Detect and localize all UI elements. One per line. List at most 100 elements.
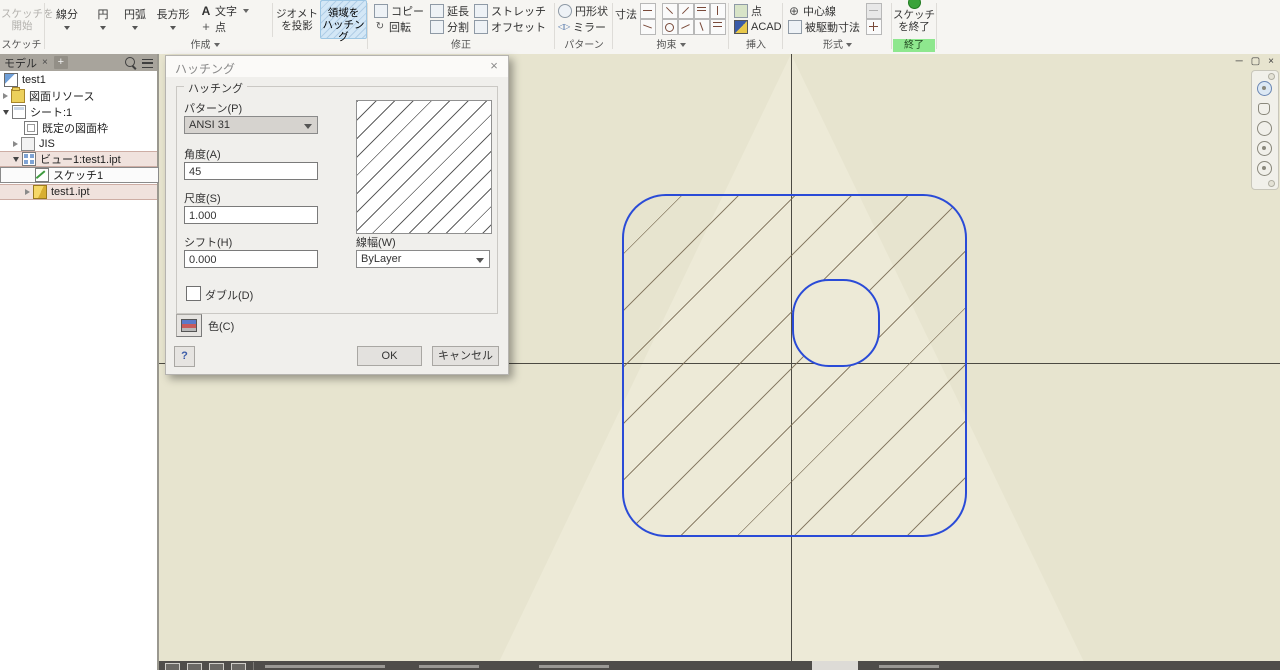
offset-button[interactable]: オフセット <box>474 19 546 34</box>
double-checkbox[interactable] <box>186 286 201 301</box>
dropdown-arrow-icon[interactable] <box>170 26 176 30</box>
hatched-rounded-square[interactable] <box>622 194 967 537</box>
tree-item-jis[interactable]: JIS <box>0 136 157 152</box>
rectangle-button[interactable]: 長方形 <box>152 0 194 37</box>
arc-button[interactable]: 円弧 <box>119 0 151 37</box>
panel-label-create[interactable]: 作成 <box>44 39 366 52</box>
tab-model-label: モデル <box>4 57 37 70</box>
tree-item-sheet1[interactable]: シート:1 <box>0 104 157 120</box>
constraint-horizontal-icon[interactable] <box>694 3 710 19</box>
tree-item-sketch1[interactable]: スケッチ1 <box>0 167 159 183</box>
navbar-more-icon[interactable] <box>1268 180 1275 187</box>
statusbar-icon-1[interactable] <box>165 663 180 670</box>
cancel-button[interactable]: キャンセル <box>432 346 499 366</box>
panel-label-format[interactable]: 形式 <box>784 39 891 52</box>
constraint-parallel-icon[interactable] <box>678 3 694 19</box>
color-button[interactable] <box>176 314 202 337</box>
navigation-wheel-icon[interactable] <box>1257 81 1272 96</box>
zoom-icon[interactable] <box>1257 121 1272 136</box>
split-button[interactable]: 分割 <box>430 19 469 34</box>
panel-label-sketch: スケッチ <box>1 40 42 51</box>
statusbar-icon-3[interactable] <box>209 663 224 670</box>
expanded-arrow-icon[interactable] <box>3 109 9 115</box>
circular-pattern-button[interactable]: 円形状 <box>558 3 608 18</box>
constraint-smooth-icon[interactable] <box>678 19 694 35</box>
collapsed-arrow-icon[interactable] <box>3 93 8 99</box>
dropdown-arrow-icon[interactable] <box>64 26 70 30</box>
copy-button[interactable]: コピー <box>374 3 424 18</box>
center-hole-circle[interactable] <box>792 279 880 367</box>
menu-icon[interactable] <box>142 59 153 68</box>
tab-model[interactable]: モデル × <box>0 54 52 71</box>
restore-icon[interactable]: ▢ <box>1251 56 1260 67</box>
ok-button[interactable]: OK <box>357 346 422 366</box>
centerline-button[interactable]: ⊕ 中心線 <box>788 3 836 18</box>
zoom-window-icon[interactable] <box>1257 141 1272 156</box>
navbar-collapse-icon[interactable] <box>1268 73 1275 80</box>
pan-icon[interactable] <box>1258 103 1270 115</box>
dimension-button[interactable]: 寸法 <box>612 0 640 37</box>
tree-item-drawing-resources[interactable]: 図面リソース <box>0 87 157 104</box>
mirror-button[interactable]: ◁▷ ミラー <box>558 19 606 34</box>
text-button[interactable]: A 文字 <box>200 3 249 18</box>
constraint-tangent-icon[interactable] <box>662 19 678 35</box>
hatch-groupbox-legend: ハッチング <box>184 80 247 96</box>
statusbar-text-stub <box>539 665 609 668</box>
search-icon[interactable] <box>125 57 135 67</box>
circle-button[interactable]: 円 <box>90 0 116 37</box>
rotate-button[interactable]: ↻ 回転 <box>374 19 411 34</box>
statusbar-icon-4[interactable] <box>231 663 246 670</box>
statusbar-active-segment[interactable] <box>812 661 858 670</box>
format-extra-icon[interactable] <box>866 3 882 19</box>
constraint-vertical-icon[interactable] <box>710 3 726 19</box>
minimize-icon[interactable]: ─ <box>1236 56 1243 67</box>
stretch-button[interactable]: ストレッチ <box>474 3 546 18</box>
panel-label-constrain[interactable]: 拘束 <box>614 39 728 52</box>
finish-sketch-button[interactable]: スケッチ を終了 <box>893 0 935 37</box>
tab-close-icon[interactable]: × <box>42 57 48 68</box>
driven-dimension-button[interactable]: 被駆動寸法 <box>788 19 860 34</box>
angle-input[interactable]: 45 <box>184 162 318 180</box>
dropdown-arrow-icon[interactable] <box>243 8 249 13</box>
insert-acad-button[interactable]: ACAD <box>734 19 782 34</box>
start-sketch-button[interactable]: スケッチを 開始 <box>1 0 54 37</box>
ribbon: スケッチを 開始 スケッチ 線分 円 円弧 長方形 A 文字 + 点 ジオメトリ… <box>0 0 1280 55</box>
tree-item-root[interactable]: test1 <box>0 72 157 88</box>
statusbar-icon-2[interactable] <box>187 663 202 670</box>
dropdown-arrow-icon[interactable] <box>132 26 138 30</box>
show-constraints-icon[interactable] <box>640 19 656 35</box>
tree-item-default-border[interactable]: 既定の図面枠 <box>0 120 157 136</box>
collapsed-arrow-icon[interactable] <box>13 141 18 147</box>
add-tab-button[interactable]: + <box>53 56 68 69</box>
dialog-close-icon[interactable]: × <box>486 58 502 74</box>
format-grid-icon[interactable] <box>866 19 882 35</box>
constraint-equal-icon[interactable] <box>710 19 726 35</box>
close-icon[interactable]: × <box>1268 56 1274 67</box>
hatch-region-button[interactable]: 領域を ハッチング <box>320 0 367 43</box>
tree-item-view1[interactable]: ビュー1:test1.ipt <box>0 151 157 167</box>
dialog-titlebar[interactable]: ハッチング × <box>166 56 508 77</box>
zoom-selected-icon[interactable] <box>1257 161 1272 176</box>
constraint-perpendicular-icon[interactable] <box>662 3 678 19</box>
circular-pattern-icon <box>558 3 572 18</box>
line-button[interactable]: 線分 <box>48 0 86 37</box>
panel-separator <box>554 3 555 49</box>
lineweight-select[interactable]: ByLayer <box>356 250 490 268</box>
auto-dimension-icon[interactable] <box>640 3 656 19</box>
project-geometry-button[interactable]: ジオメトリ を投影 <box>276 0 329 37</box>
dialog-title: ハッチング <box>175 62 236 76</box>
collapsed-arrow-icon[interactable] <box>25 189 30 195</box>
shift-input[interactable]: 0.000 <box>184 250 318 268</box>
constraint-symmetric-icon[interactable] <box>694 19 710 35</box>
point-button[interactable]: + 点 <box>200 19 226 34</box>
tree-item-part[interactable]: test1.ipt <box>0 184 157 200</box>
insert-point-button[interactable]: 点 <box>734 3 762 18</box>
expanded-arrow-icon[interactable] <box>13 156 19 162</box>
pattern-select[interactable]: ANSI 31 <box>184 116 318 134</box>
dropdown-arrow-icon[interactable] <box>100 26 106 30</box>
extend-button[interactable]: 延長 <box>430 3 469 18</box>
double-label: ダブル(D) <box>205 290 254 302</box>
panel-label-modify: 修正 <box>451 40 471 51</box>
help-button[interactable]: ? <box>174 346 195 367</box>
scale-input[interactable]: 1.000 <box>184 206 318 224</box>
